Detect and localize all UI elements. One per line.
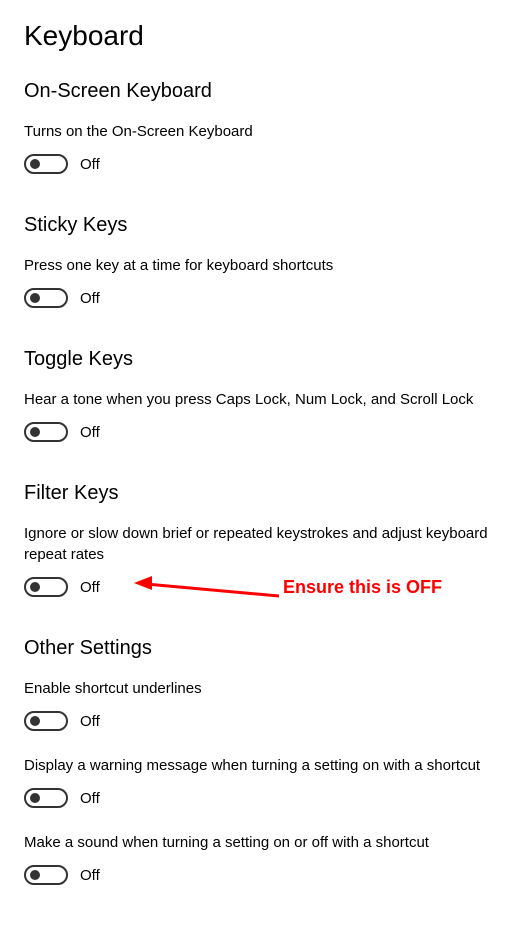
- toggle-keys-toggle[interactable]: [24, 422, 68, 442]
- sticky-keys-toggle[interactable]: [24, 288, 68, 308]
- toggle-knob: [30, 870, 40, 880]
- sound-toggle-state: Off: [80, 867, 100, 884]
- toggle-knob: [30, 793, 40, 803]
- toggle-knob: [30, 159, 40, 169]
- togglekeys-desc: Hear a tone when you press Caps Lock, Nu…: [24, 389, 496, 410]
- onscreen-toggle-state: Off: [80, 156, 100, 173]
- warning-message-toggle[interactable]: [24, 788, 68, 808]
- onscreen-heading: On-Screen Keyboard: [24, 80, 496, 103]
- section-toggle-keys: Toggle Keys Hear a tone when you press C…: [24, 348, 496, 442]
- togglekeys-toggle-state: Off: [80, 424, 100, 441]
- sound-desc: Make a sound when turning a setting on o…: [24, 832, 496, 853]
- onscreen-keyboard-toggle[interactable]: [24, 154, 68, 174]
- setting-warning-message: Display a warning message when turning a…: [24, 755, 496, 808]
- onscreen-desc: Turns on the On-Screen Keyboard: [24, 121, 496, 142]
- toggle-knob: [30, 293, 40, 303]
- section-sticky-keys: Sticky Keys Press one key at a time for …: [24, 214, 496, 308]
- filter-heading: Filter Keys: [24, 482, 496, 505]
- underlines-desc: Enable shortcut underlines: [24, 678, 496, 699]
- annotation-text: Ensure this is OFF: [283, 577, 442, 598]
- sticky-heading: Sticky Keys: [24, 214, 496, 237]
- filter-keys-toggle[interactable]: [24, 577, 68, 597]
- setting-shortcut-underlines: Enable shortcut underlines Off: [24, 678, 496, 731]
- toggle-knob: [30, 427, 40, 437]
- underlines-toggle-state: Off: [80, 713, 100, 730]
- warning-desc: Display a warning message when turning a…: [24, 755, 496, 776]
- sticky-toggle-state: Off: [80, 290, 100, 307]
- filter-desc: Ignore or slow down brief or repeated ke…: [24, 523, 496, 565]
- setting-sound: Make a sound when turning a setting on o…: [24, 832, 496, 885]
- warning-toggle-state: Off: [80, 790, 100, 807]
- sound-toggle[interactable]: [24, 865, 68, 885]
- annotation-callout: Ensure this is OFF: [134, 572, 442, 602]
- toggle-knob: [30, 716, 40, 726]
- other-heading: Other Settings: [24, 637, 496, 660]
- section-other-settings: Other Settings Enable shortcut underline…: [24, 637, 496, 885]
- section-onscreen-keyboard: On-Screen Keyboard Turns on the On-Scree…: [24, 80, 496, 174]
- shortcut-underlines-toggle[interactable]: [24, 711, 68, 731]
- arrow-icon: [134, 572, 279, 602]
- toggle-knob: [30, 582, 40, 592]
- page-title: Keyboard: [24, 20, 496, 52]
- sticky-desc: Press one key at a time for keyboard sho…: [24, 255, 496, 276]
- section-filter-keys: Filter Keys Ignore or slow down brief or…: [24, 482, 496, 597]
- togglekeys-heading: Toggle Keys: [24, 348, 496, 371]
- filter-toggle-state: Off: [80, 579, 100, 596]
